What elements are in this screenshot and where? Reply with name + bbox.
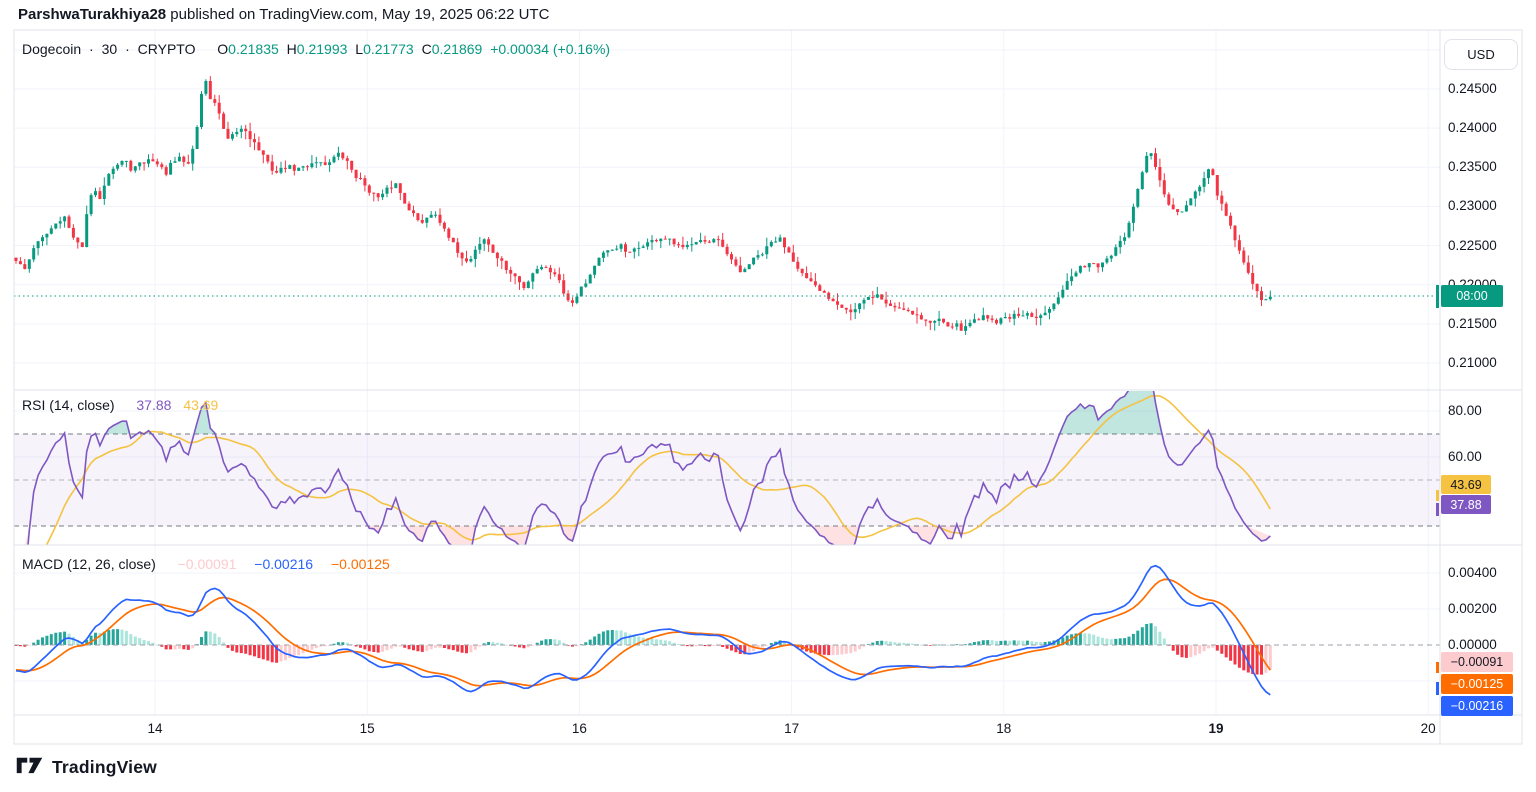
countdown-text: 08:00 [1456, 289, 1487, 303]
price-pane [14, 76, 1439, 335]
macd-axis-label: 0.00400 [1448, 565, 1497, 581]
rsi-legend[interactable]: RSI (14, close) 37.88 43.69 [22, 397, 218, 413]
brand-name: TradingView [52, 757, 157, 778]
time-axis-label: 16 [572, 721, 587, 736]
rsi-band [14, 434, 1440, 526]
close-value: 0.21869 [432, 41, 483, 57]
macd-histogram-value: −0.00091 [178, 556, 237, 572]
low-label: L [355, 41, 363, 57]
chart-canvas[interactable] [0, 0, 1536, 792]
close-label: C [422, 41, 432, 57]
symbol-exchange: CRYPTO [138, 41, 196, 57]
rsi-ma-value: 43.69 [183, 397, 218, 413]
time-axis-label: 14 [147, 721, 162, 736]
time-axis-label: 18 [996, 721, 1011, 736]
price-axis-label: 0.21500 [1448, 316, 1497, 332]
change-value: +0.00034 (+0.16%) [490, 41, 610, 57]
time-axis-label: 17 [784, 721, 799, 736]
pane-frame [14, 30, 1522, 744]
macd-badge-text: −0.00216 [1451, 699, 1503, 713]
rsi-axis-label: 60.00 [1448, 449, 1482, 465]
rsi-ma-badge-text: 43.69 [1450, 478, 1481, 492]
symbol-legend[interactable]: Dogecoin · 30 · CRYPTO O0.21835 H0.21993… [22, 41, 610, 57]
rsi-title[interactable]: RSI (14, close) [22, 397, 115, 413]
macd-line-value: −0.00216 [254, 556, 313, 572]
macd-signal-badge: −0.00125 [1441, 674, 1513, 694]
currency-toggle-button[interactable]: USD [1444, 39, 1518, 70]
tradingview-snapshot: ParshwaTurakhiya28 published on TradingV… [0, 0, 1536, 792]
tradingview-logo-icon [16, 757, 43, 778]
price-axis-label: 0.21000 [1448, 355, 1497, 371]
macd-hist-badge-text: −0.00091 [1451, 655, 1503, 669]
price-axis-label: 0.22500 [1448, 238, 1497, 254]
legend-separator: · [89, 41, 94, 57]
bar-countdown-badge: 08:00 [1441, 285, 1503, 307]
macd-axis-label: 0.00200 [1448, 601, 1497, 617]
rsi-value-badge: 37.88 [1441, 495, 1491, 514]
symbol-interval[interactable]: 30 [102, 41, 118, 57]
price-axis-label: 0.24000 [1448, 120, 1497, 136]
rsi-axis-label: 80.00 [1448, 403, 1482, 419]
rsi-overbought-fill [64, 376, 1210, 434]
symbol-name[interactable]: Dogecoin [22, 41, 81, 57]
last-bar-edge-tick [1436, 285, 1439, 308]
macd-title[interactable]: MACD (12, 26, close) [22, 556, 156, 572]
macd-legend[interactable]: MACD (12, 26, close) −0.00091 −0.00216 −… [22, 556, 390, 572]
macd-pane [14, 566, 1440, 695]
macd-signal-badge-text: −0.00125 [1451, 677, 1503, 691]
rsi-current-value: 37.88 [136, 397, 171, 413]
macd-axis-label: 0.00000 [1448, 637, 1497, 653]
price-axis-label: 0.24500 [1448, 81, 1497, 97]
macd-signal-value: −0.00125 [331, 556, 390, 572]
open-value: 0.21835 [228, 41, 279, 57]
tradingview-attribution[interactable]: TradingView [16, 757, 157, 778]
macd-value-badge: −0.00216 [1441, 696, 1513, 716]
open-label: O [217, 41, 228, 57]
price-axis-label: 0.23500 [1448, 159, 1497, 175]
rsi-ma-badge: 43.69 [1441, 475, 1491, 494]
rsi-badge-text: 37.88 [1450, 498, 1481, 512]
time-scale[interactable] [14, 715, 1440, 744]
legend-separator: · [125, 41, 130, 57]
low-value: 0.21773 [363, 41, 414, 57]
time-axis-label: 19 [1208, 721, 1223, 736]
time-axis-label: 20 [1421, 721, 1436, 736]
high-value: 0.21993 [297, 41, 348, 57]
price-axis-label: 0.23000 [1448, 198, 1497, 214]
high-label: H [287, 41, 297, 57]
currency-label: USD [1467, 47, 1494, 62]
macd-histogram-badge: −0.00091 [1441, 652, 1513, 672]
time-axis-label: 15 [360, 721, 375, 736]
